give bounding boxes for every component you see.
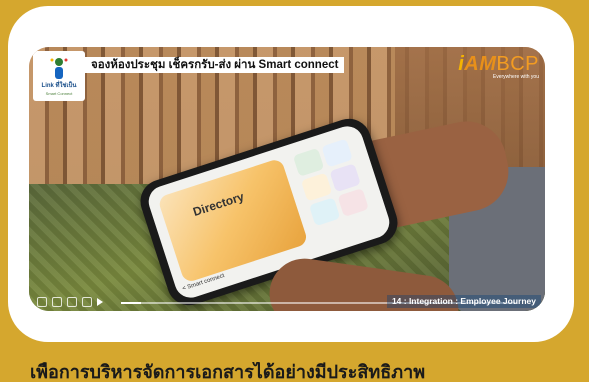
app-tile — [292, 147, 325, 177]
logo-subtext: Smart Connect — [45, 91, 73, 96]
content-card: Directory < Smart connect Link ที่ใช่เป็… — [8, 6, 574, 342]
video-player[interactable]: Directory < Smart connect Link ที่ใช่เป็… — [29, 47, 545, 311]
logo-text: Link ที่ใช่เป็น — [41, 83, 77, 89]
pause-icon[interactable] — [82, 297, 92, 307]
expand-icon[interactable] — [37, 297, 47, 307]
app-tile — [308, 197, 341, 227]
iambcp-brand: iAMBCP Everywhere with you — [458, 53, 539, 80]
app-tile — [337, 188, 369, 217]
bottom-heading: เพื่อการบริหารจัดการเอกสารได้อย่างมีประส… — [30, 362, 426, 382]
brand-am: AM — [464, 53, 497, 75]
brand-bcp: BCP — [496, 53, 539, 75]
person-icon — [50, 58, 68, 79]
app-tile — [321, 138, 353, 168]
video-headline: จองห้องประชุม เช็ครกรับ-ส่ง ผ่าน Smart c… — [85, 57, 345, 73]
volume-icon[interactable] — [67, 297, 77, 307]
player-controls — [37, 297, 103, 307]
chapter-caption: 14 : Integration : Employee Journey — [386, 295, 541, 308]
link-logo: Link ที่ใช่เป็น Smart Connect — [33, 51, 85, 101]
app-tile — [329, 163, 361, 193]
app-tile — [300, 172, 333, 202]
play-icon[interactable] — [97, 298, 103, 306]
settings-icon[interactable] — [52, 297, 62, 307]
progress-fill — [121, 302, 141, 304]
